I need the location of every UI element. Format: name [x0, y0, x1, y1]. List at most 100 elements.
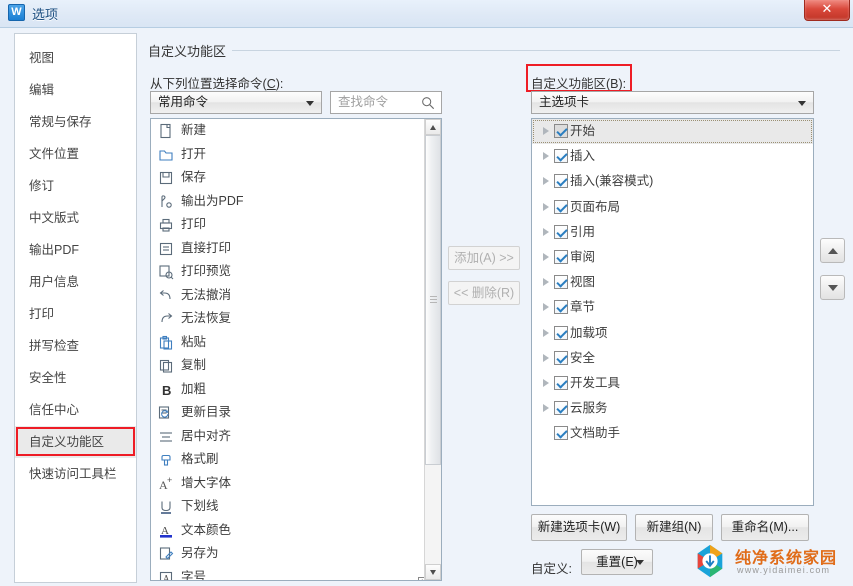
ribbon-scope-select[interactable]: 主选项卡	[531, 91, 814, 114]
add-button[interactable]: 添加(A) >>	[448, 246, 520, 270]
command-list-item[interactable]: 打开	[151, 143, 441, 167]
checkbox[interactable]	[554, 249, 568, 264]
chevron-down-icon	[306, 101, 314, 106]
sidebar-item-revisions[interactable]: 修订	[15, 170, 136, 202]
command-list-item[interactable]: 打印预览	[151, 260, 441, 284]
ribbon-tab-item[interactable]: 文档助手	[532, 421, 813, 446]
ribbon-tab-item[interactable]: 安全	[532, 346, 813, 371]
scroll-down-icon[interactable]	[425, 564, 441, 580]
checkbox[interactable]	[554, 149, 568, 164]
expand-triangle-icon[interactable]	[543, 378, 549, 387]
command-list-item[interactable]: 更新目录	[151, 401, 441, 425]
command-list-item[interactable]: 粘贴	[151, 331, 441, 355]
command-list-item[interactable]: A文本颜色|▸	[151, 519, 441, 543]
command-list-item[interactable]: A + 增大字体	[151, 472, 441, 496]
sidebar-item-edit[interactable]: 编辑	[15, 74, 136, 106]
checkbox[interactable]	[554, 401, 568, 416]
ribbon-tab-label: 开始	[570, 124, 596, 138]
ribbon-tab-item[interactable]: 引用	[532, 220, 813, 245]
command-list-item[interactable]: 无法恢复	[151, 307, 441, 331]
checkbox[interactable]	[554, 375, 568, 390]
checkbox[interactable]	[554, 224, 568, 239]
checkbox[interactable]	[554, 300, 568, 315]
checkbox[interactable]	[554, 426, 568, 441]
command-list-item[interactable]: 无法撤消	[151, 284, 441, 308]
commands-listbox[interactable]: 新建 打开 保存 输出为PDF 打印 直接打印 打印预览 无法撤消 无法恢复 粘贴 复制 B 加粗 更新目…	[150, 118, 442, 581]
sidebar-item-chinese-layout[interactable]: 中文版式	[15, 202, 136, 234]
ribbon-tab-label: 加载项	[570, 325, 608, 340]
expand-triangle-icon[interactable]	[543, 278, 549, 287]
command-list-item[interactable]: 输出为PDF	[151, 190, 441, 214]
expand-triangle-icon[interactable]	[543, 303, 549, 312]
ribbon-tab-item[interactable]: 章节	[532, 295, 813, 320]
sidebar-item-quick-access-toolbar[interactable]: 快速访问工具栏	[15, 458, 136, 490]
ribbon-tab-item[interactable]: 审阅	[532, 245, 813, 270]
command-list-item[interactable]: B 加粗	[151, 378, 441, 402]
sidebar-item-security[interactable]: 安全性	[15, 362, 136, 394]
sidebar-item-customize-ribbon[interactable]: 自定义功能区	[15, 426, 136, 458]
command-list-item[interactable]: 直接打印	[151, 237, 441, 261]
command-list-item[interactable]: A字号I▾	[151, 566, 441, 580]
sidebar-item-view[interactable]: 视图	[15, 42, 136, 74]
rename-button[interactable]: 重命名(M)...	[721, 514, 809, 541]
checkbox[interactable]	[554, 350, 568, 365]
increase-font-icon: A +	[158, 475, 174, 492]
ribbon-tab-item[interactable]: 插入	[532, 144, 813, 169]
expand-triangle-icon[interactable]	[543, 202, 549, 211]
sidebar-item-spell-check[interactable]: 拼写检查	[15, 330, 136, 362]
command-list-item[interactable]: 复制	[151, 354, 441, 378]
expand-triangle-icon[interactable]	[543, 252, 549, 261]
checkbox[interactable]	[554, 174, 568, 189]
ribbon-tab-item[interactable]: 视图	[532, 270, 813, 295]
command-list-item[interactable]: 下划线|▸	[151, 495, 441, 519]
command-list-item[interactable]: 另存为|▸	[151, 542, 441, 566]
sidebar-item-output-pdf[interactable]: 输出PDF	[15, 234, 136, 266]
command-category-select[interactable]: 常用命令	[150, 91, 322, 114]
scroll-up-icon[interactable]	[425, 119, 441, 135]
new-tab-button[interactable]: 新建选项卡(W)	[531, 514, 627, 541]
checkbox[interactable]	[554, 199, 568, 214]
sidebar-item-user-info[interactable]: 用户信息	[15, 266, 136, 298]
ribbon-tab-label: 安全	[570, 350, 596, 365]
ribbon-tabs-tree[interactable]: 开始插入 插入(兼容模式) 页面布局 引用 审阅 视图 章节加载项安全开发工具 云服务 文档助手	[531, 118, 814, 506]
expand-triangle-icon[interactable]	[543, 353, 549, 362]
chevron-down-icon	[636, 560, 644, 565]
close-icon[interactable]: ✕	[804, 0, 850, 21]
move-up-button[interactable]	[820, 238, 845, 263]
sidebar-item-trust-center[interactable]: 信任中心	[15, 394, 136, 426]
search-command-input[interactable]: 查找命令	[330, 91, 442, 114]
ribbon-tab-item[interactable]: 云服务	[532, 396, 813, 421]
ribbon-tab-item[interactable]: 加载项	[532, 321, 813, 346]
sidebar-item-print[interactable]: 打印	[15, 298, 136, 330]
expand-triangle-icon[interactable]	[543, 152, 549, 161]
ribbon-tab-item[interactable]: 开发工具	[532, 371, 813, 396]
command-list-item[interactable]: 保存	[151, 166, 441, 190]
ribbon-tab-item[interactable]: 插入(兼容模式)	[532, 169, 813, 194]
ribbon-tab-item[interactable]: 开始	[532, 119, 813, 145]
command-label: 文本颜色	[181, 522, 232, 537]
expand-triangle-icon[interactable]	[543, 404, 549, 413]
bold-icon: B	[158, 382, 174, 398]
ribbon-tab-item[interactable]: 页面布局	[532, 195, 813, 220]
command-list-item[interactable]: 打印	[151, 213, 441, 237]
expand-triangle-icon[interactable]	[543, 127, 549, 135]
new-group-button[interactable]: 新建组(N)	[635, 514, 713, 541]
sidebar-item-general-save[interactable]: 常规与保存	[15, 106, 136, 138]
expand-triangle-icon[interactable]	[543, 227, 549, 236]
expand-triangle-icon[interactable]	[543, 328, 549, 337]
move-down-button[interactable]	[820, 275, 845, 300]
commands-scrollbar[interactable]	[424, 119, 441, 580]
watermark: 纯净系统家园 www.yidaimei.com	[687, 540, 847, 582]
watermark-logo-icon	[697, 544, 723, 578]
checkbox[interactable]	[554, 325, 568, 340]
reset-button[interactable]: 重置(E)	[581, 549, 653, 575]
checkbox[interactable]	[554, 124, 568, 138]
checkbox[interactable]	[554, 275, 568, 290]
command-list-item[interactable]: 居中对齐	[151, 425, 441, 449]
scrollbar-thumb[interactable]	[425, 135, 441, 465]
sidebar-item-file-location[interactable]: 文件位置	[15, 138, 136, 170]
remove-button[interactable]: << 删除(R)	[448, 281, 520, 305]
command-list-item[interactable]: 新建	[151, 119, 441, 143]
expand-triangle-icon[interactable]	[543, 177, 549, 186]
command-list-item[interactable]: 格式刷	[151, 448, 441, 472]
